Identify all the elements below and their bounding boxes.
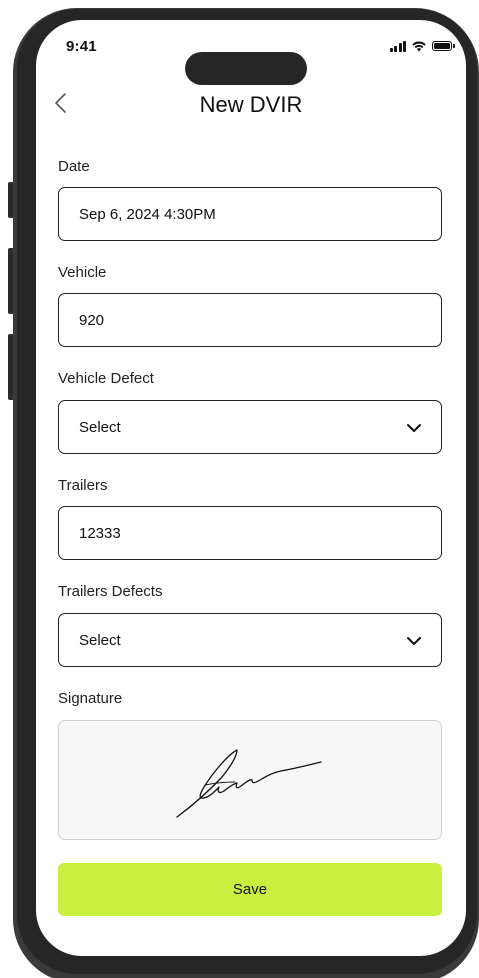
chevron-down-icon bbox=[407, 637, 421, 645]
trailers-defects-label: Trailers Defects bbox=[58, 583, 163, 600]
date-value: Sep 6, 2024 4:30PM bbox=[79, 205, 216, 223]
vehicle-defect-label: Vehicle Defect bbox=[58, 370, 154, 387]
signature-label: Signature bbox=[58, 690, 123, 707]
trailers-defects-select[interactable]: Select bbox=[58, 613, 442, 667]
date-label: Date bbox=[58, 158, 90, 175]
date-field[interactable]: Sep 6, 2024 4:30PM bbox=[58, 187, 442, 241]
signature-drawing bbox=[176, 749, 322, 818]
page-title: New DVIR bbox=[199, 92, 303, 117]
app-screen: 9:41 New DVIR Date Sep 6, 2024 4:30PM Ve… bbox=[36, 20, 466, 956]
signature-pad[interactable] bbox=[58, 720, 442, 840]
vehicle-defect-select[interactable]: Select bbox=[58, 400, 442, 454]
dynamic-island bbox=[185, 52, 307, 85]
trailers-defects-value: Select bbox=[79, 631, 121, 649]
status-icons bbox=[389, 40, 455, 52]
vehicle-label: Vehicle bbox=[58, 264, 107, 281]
vehicle-value: 920 bbox=[79, 311, 105, 329]
vehicle-defect-value: Select bbox=[79, 418, 121, 436]
status-time: 9:41 bbox=[66, 38, 97, 55]
trailers-label: Trailers bbox=[58, 477, 108, 494]
vehicle-field[interactable]: 920 bbox=[58, 293, 442, 347]
chevron-down-icon bbox=[407, 424, 421, 432]
cellular-signal-icon bbox=[389, 40, 406, 52]
save-button[interactable]: Save bbox=[58, 863, 442, 916]
trailers-value: 12333 bbox=[79, 524, 121, 542]
wifi-icon bbox=[412, 41, 426, 52]
trailers-field[interactable]: 12333 bbox=[58, 506, 442, 560]
battery-icon bbox=[432, 41, 455, 51]
